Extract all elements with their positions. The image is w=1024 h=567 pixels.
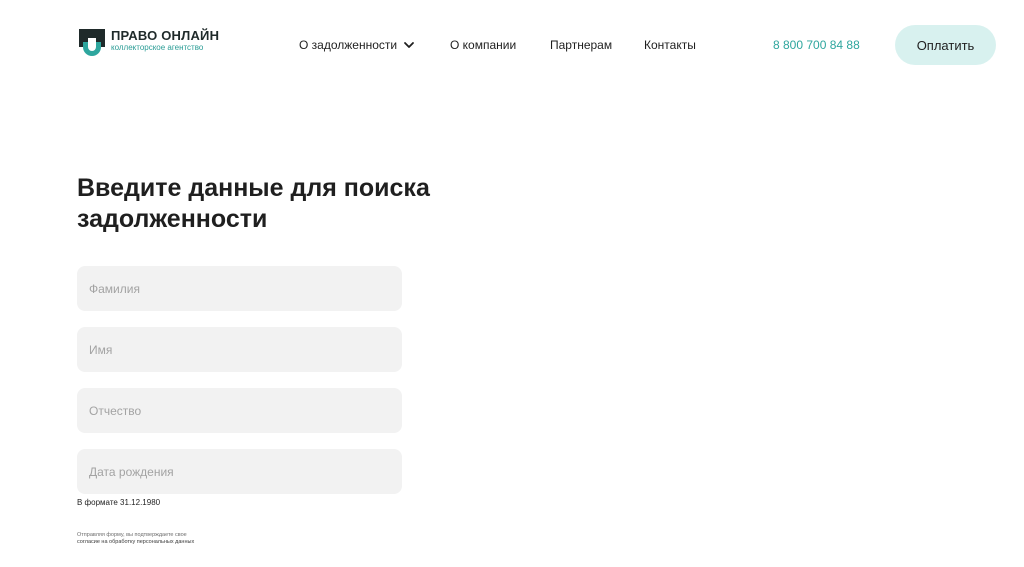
consent-text: Отправляя форму, вы подтверждаете свое с… — [77, 532, 277, 546]
patronymic-input[interactable] — [77, 388, 402, 433]
logo-icon — [79, 29, 105, 56]
logo[interactable]: ПРАВО ОНЛАЙН коллекторское агентство — [79, 29, 219, 56]
consent-link[interactable]: согласие на обработку персональных данны… — [77, 539, 277, 546]
nav-item-label: О компании — [450, 38, 517, 52]
nav-item-about[interactable]: О компании — [450, 38, 516, 52]
nav-item-label: О задолженности — [299, 38, 398, 52]
date-format-hint: В формате 31.12.1980 — [77, 498, 161, 507]
first-name-input[interactable] — [77, 327, 402, 372]
consent-line-1: Отправляя форму, вы подтверждаете свое — [77, 532, 187, 538]
nav-item-label: Партнерам — [550, 38, 613, 52]
nav-item-debt[interactable]: О задолженности — [299, 38, 415, 52]
chevron-down-icon — [403, 39, 415, 51]
site-header: ПРАВО ОНЛАЙН коллекторское агентство О з… — [0, 0, 1024, 90]
birth-date-input[interactable] — [77, 449, 402, 494]
page: ПРАВО ОНЛАЙН коллекторское агентство О з… — [0, 0, 1024, 567]
logo-subtitle: коллекторское агентство — [111, 43, 204, 52]
nav-item-contacts[interactable]: Контакты — [644, 38, 696, 52]
nav-item-label: Контакты — [644, 38, 696, 52]
last-name-input[interactable] — [77, 266, 402, 311]
pay-button[interactable]: Оплатить — [895, 25, 996, 65]
logo-text: ПРАВО ОНЛАЙН коллекторское агентство — [111, 29, 219, 52]
phone-link[interactable]: 8 800 700 84 88 — [773, 38, 860, 52]
page-title: Введите данные для поиска задолженности — [77, 174, 430, 233]
logo-title: ПРАВО ОНЛАЙН — [111, 28, 220, 43]
nav-item-partners[interactable]: Партнерам — [550, 38, 612, 52]
